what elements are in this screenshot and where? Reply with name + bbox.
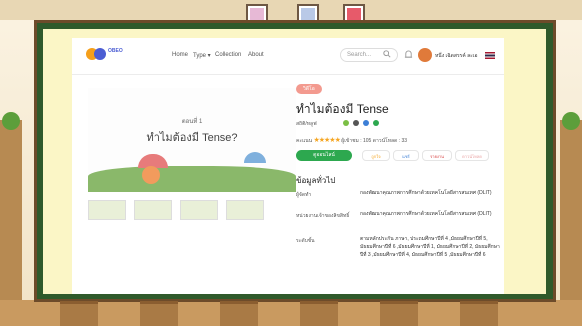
share-button[interactable]: แชร์ bbox=[393, 150, 419, 161]
user-name[interactable]: หนึ่ง เฉิดสรรค์ ละเอ bbox=[435, 52, 478, 60]
info-label-copyright: หน่วยงานเจ้าของลิขสิทธิ์ bbox=[296, 213, 350, 219]
views-count: ผู้เข้าชม : 105 bbox=[341, 138, 372, 144]
rating-row: คะแนน ★★★★★ ผู้เข้าชม : 105 ดาวน์โหลด : … bbox=[296, 136, 407, 145]
video-episode: ตอนที่ 1 bbox=[181, 119, 203, 125]
thumbnail-strip bbox=[88, 200, 296, 220]
avatar[interactable] bbox=[418, 48, 432, 62]
video-title: ทำไมต้องมี Tense? bbox=[146, 132, 238, 144]
desk bbox=[220, 301, 258, 326]
device-icons bbox=[343, 120, 387, 128]
video-thumbnail[interactable] bbox=[134, 200, 172, 220]
search-icon[interactable] bbox=[383, 50, 391, 58]
logo-text: OBEO bbox=[108, 48, 123, 54]
windows-icon bbox=[363, 120, 369, 126]
rating-label: คะแนน bbox=[296, 138, 313, 144]
nav-type[interactable]: Type ▾ bbox=[193, 52, 211, 59]
type-badge: วิดีโอ bbox=[296, 84, 322, 94]
bell-icon[interactable] bbox=[404, 49, 413, 60]
nav-about[interactable]: About bbox=[248, 52, 264, 58]
character-icon bbox=[142, 166, 160, 184]
like-button[interactable]: ถูกใจ bbox=[362, 150, 390, 161]
plant-icon bbox=[2, 112, 20, 130]
info-value-level: ตามหลักประกัน ภาษา, ประถมศึกษาปีที่ 4 ,ม… bbox=[360, 236, 500, 258]
web-icon bbox=[373, 120, 379, 126]
desk bbox=[60, 301, 98, 326]
android-icon bbox=[343, 120, 349, 126]
subject-label: สถิติ/หลูฟ bbox=[296, 121, 317, 127]
video-player[interactable]: ตอนที่ 1 ทำไมต้องมี Tense? bbox=[88, 88, 296, 192]
desk bbox=[140, 301, 178, 326]
download-button[interactable]: ดาวน์โหลด bbox=[455, 150, 489, 161]
plant-icon bbox=[562, 112, 580, 130]
report-button[interactable]: รายงาน bbox=[422, 150, 452, 161]
desk bbox=[380, 301, 418, 326]
video-thumbnail[interactable] bbox=[226, 200, 264, 220]
video-thumbnail[interactable] bbox=[180, 200, 218, 220]
video-thumbnail[interactable] bbox=[88, 200, 126, 220]
webpage-screenshot: OBEO Home Type ▾ Collection About Search… bbox=[72, 38, 504, 294]
apple-icon bbox=[353, 120, 359, 126]
downloads-count: ดาวน์โหลด : 33 bbox=[372, 138, 408, 144]
info-label-level: ระดับชั้น bbox=[296, 238, 315, 244]
desk bbox=[460, 301, 498, 326]
page-title: ทำไมต้องมี Tense bbox=[296, 102, 389, 116]
search-placeholder: Search... bbox=[347, 52, 372, 58]
logo-circle-blue-icon bbox=[94, 48, 106, 60]
desk bbox=[300, 301, 338, 326]
info-value-copyright: กองพัฒนาคุณภาพการศึกษาด้วยเทคโนโลยีสารสน… bbox=[360, 211, 492, 217]
thai-flag-icon[interactable] bbox=[485, 52, 495, 59]
nav-collection[interactable]: Collection bbox=[215, 52, 241, 58]
video-hill bbox=[88, 166, 296, 192]
general-info-heading: ข้อมูลทั่วไป bbox=[296, 176, 336, 185]
umbrella-icon bbox=[244, 152, 266, 163]
wall-border bbox=[0, 0, 582, 20]
info-value-creator: กองพัฒนาคุณภาพการศึกษาด้วยเทคโนโลยีสารสน… bbox=[360, 190, 492, 196]
watch-online-button[interactable]: ดูออนไลน์ bbox=[296, 150, 352, 161]
left-shelf bbox=[0, 120, 22, 300]
nav-home[interactable]: Home bbox=[172, 52, 188, 58]
star-rating[interactable]: ★★★★★ bbox=[313, 137, 340, 144]
info-label-creator: ผู้จัดทำ bbox=[296, 192, 312, 198]
right-shelf bbox=[560, 120, 582, 300]
navbar: OBEO Home Type ▾ Collection About Search… bbox=[72, 38, 504, 75]
